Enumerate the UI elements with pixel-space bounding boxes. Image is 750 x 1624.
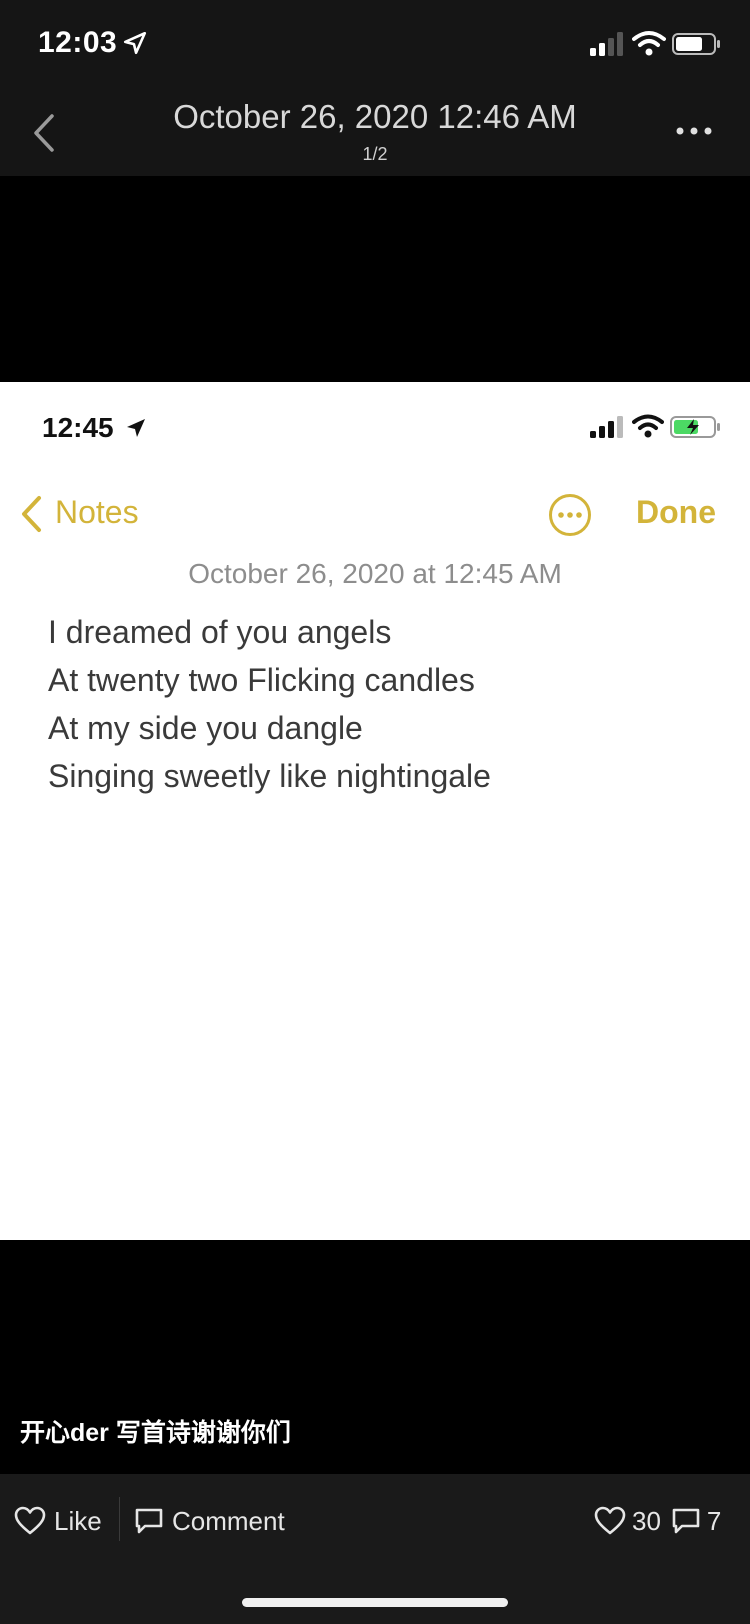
note-body: I dreamed of you angels At twenty two Fl… — [48, 608, 491, 800]
note-screenshot[interactable]: 12:45 Notes Done October 26, 2020 at 12:… — [0, 382, 750, 1240]
note-line: Singing sweetly like nightingale — [48, 758, 491, 794]
signal-icon — [590, 32, 623, 56]
photo-counter: 1/2 — [362, 144, 388, 164]
comment-button[interactable]: Comment — [134, 1502, 285, 1540]
note-status-time: 12:45 — [42, 412, 114, 443]
notes-back-button[interactable] — [18, 494, 44, 534]
note-line: I dreamed of you angels — [48, 614, 392, 650]
post-caption: 开心der 写首诗谢谢你们 — [20, 1419, 291, 1447]
like-label: Like — [54, 1505, 102, 1536]
location-arrow-icon — [123, 31, 147, 55]
post-stats: 30 7 — [594, 1502, 721, 1540]
more-options-button[interactable] — [674, 118, 714, 144]
heart-icon — [594, 1506, 626, 1535]
note-line: At twenty two Flicking candles — [48, 662, 475, 698]
battery-icon — [672, 33, 720, 55]
wifi-icon — [632, 414, 664, 438]
more-options-icon[interactable] — [548, 493, 592, 537]
status-time: 12:03 — [38, 26, 118, 59]
like-button[interactable]: Like — [14, 1502, 102, 1540]
comment-icon — [135, 1508, 163, 1534]
wifi-icon — [632, 31, 666, 56]
note-line: At my side you dangle — [48, 710, 363, 746]
battery-charging-icon — [670, 416, 720, 438]
done-button[interactable]: Done — [636, 494, 716, 531]
comment-label: Comment — [172, 1505, 285, 1536]
comment-icon — [672, 1508, 700, 1534]
location-arrow-icon — [127, 419, 145, 437]
divider — [119, 1497, 120, 1541]
notes-back-label[interactable]: Notes — [55, 494, 139, 531]
like-count: 30 — [632, 1505, 661, 1536]
comment-count: 7 — [706, 1505, 722, 1536]
signal-icon — [590, 416, 623, 438]
viewer-title: October 26, 2020 12:46 AM — [173, 98, 577, 135]
home-indicator[interactable] — [242, 1598, 508, 1607]
heart-icon — [14, 1506, 46, 1535]
note-date: October 26, 2020 at 12:45 AM — [188, 558, 562, 589]
